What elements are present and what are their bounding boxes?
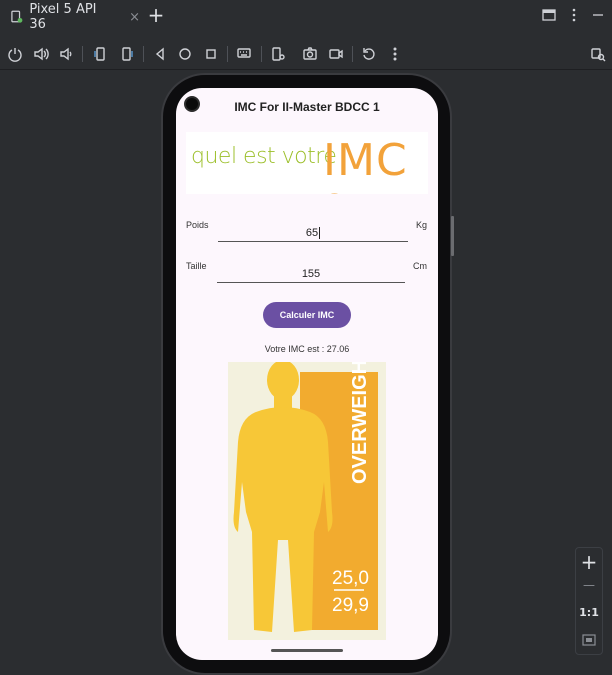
screenshot-settings-icon[interactable] [268, 44, 288, 64]
camera-icon[interactable] [300, 44, 320, 64]
category-label: OVERWEIGHT [349, 362, 371, 484]
phone-screen[interactable]: IMC For II-Master BDCC 1 quel est votre … [176, 88, 438, 660]
height-value: 155 [301, 268, 321, 280]
power-icon[interactable] [5, 44, 25, 64]
bmi-category-image: OVERWEIGHT 25,0 29,9 [228, 348, 386, 640]
window-layout-icon[interactable] [542, 8, 556, 22]
range-low: 25,0 [332, 568, 369, 589]
emulator-toolbar [0, 38, 612, 70]
calculate-imc-button[interactable]: Calculer IMC [263, 302, 351, 328]
device-tab[interactable]: Pixel 5 API 36 × [0, 0, 140, 34]
reset-icon[interactable] [359, 44, 379, 64]
device-icon [11, 10, 23, 23]
volume-up-icon[interactable] [31, 44, 51, 64]
gesture-home-bar[interactable] [271, 649, 343, 652]
device-tab-label: Pixel 5 API 36 [29, 2, 97, 32]
height-input[interactable]: 155 [217, 265, 405, 283]
volume-down-icon[interactable] [56, 44, 76, 64]
weight-input[interactable]: 65 [218, 224, 408, 242]
close-tab-icon[interactable]: × [129, 10, 140, 25]
weight-unit: Kg [416, 220, 428, 230]
weight-value: 65 [305, 227, 319, 239]
zoom-out-button[interactable]: — [576, 578, 602, 592]
zoom-panel: + — 1:1 [575, 547, 603, 655]
app-title: IMC For II-Master BDCC 1 [234, 100, 380, 114]
banner-text-part1: quel est votre [191, 144, 337, 169]
weight-label: Poids [186, 220, 209, 230]
back-icon[interactable] [150, 44, 170, 64]
video-icon[interactable] [326, 44, 346, 64]
overview-icon[interactable] [201, 44, 221, 64]
rotate-left-icon[interactable] [90, 44, 110, 64]
text-caret [319, 227, 321, 240]
rotate-right-icon[interactable] [117, 44, 137, 64]
more-vert-icon[interactable] [572, 8, 576, 22]
phone-side-button[interactable] [451, 216, 454, 256]
height-unit: Cm [413, 261, 427, 271]
home-icon[interactable] [175, 44, 195, 64]
overweight-illustration: OVERWEIGHT 25,0 29,9 [233, 348, 378, 632]
height-label: Taille [186, 261, 207, 271]
zoom-in-button[interactable]: + [576, 550, 602, 574]
imc-result-text: Votre IMC est : 27.06 [264, 344, 350, 354]
device-explorer-icon[interactable] [588, 44, 608, 64]
new-tab-button[interactable]: + [146, 5, 166, 26]
tab-bar: Pixel 5 API 36 × + [0, 0, 612, 34]
more-icon[interactable] [385, 44, 405, 64]
range-high: 29,9 [332, 595, 369, 616]
zoom-ratio-button[interactable]: 1:1 [576, 606, 602, 619]
banner-text-part2: IMC ? [323, 135, 408, 194]
banner-image: quel est votre IMC ? [186, 132, 428, 194]
fit-screen-icon[interactable] [576, 632, 602, 651]
minimize-icon[interactable] [592, 8, 604, 22]
keyboard-icon[interactable] [234, 44, 254, 64]
